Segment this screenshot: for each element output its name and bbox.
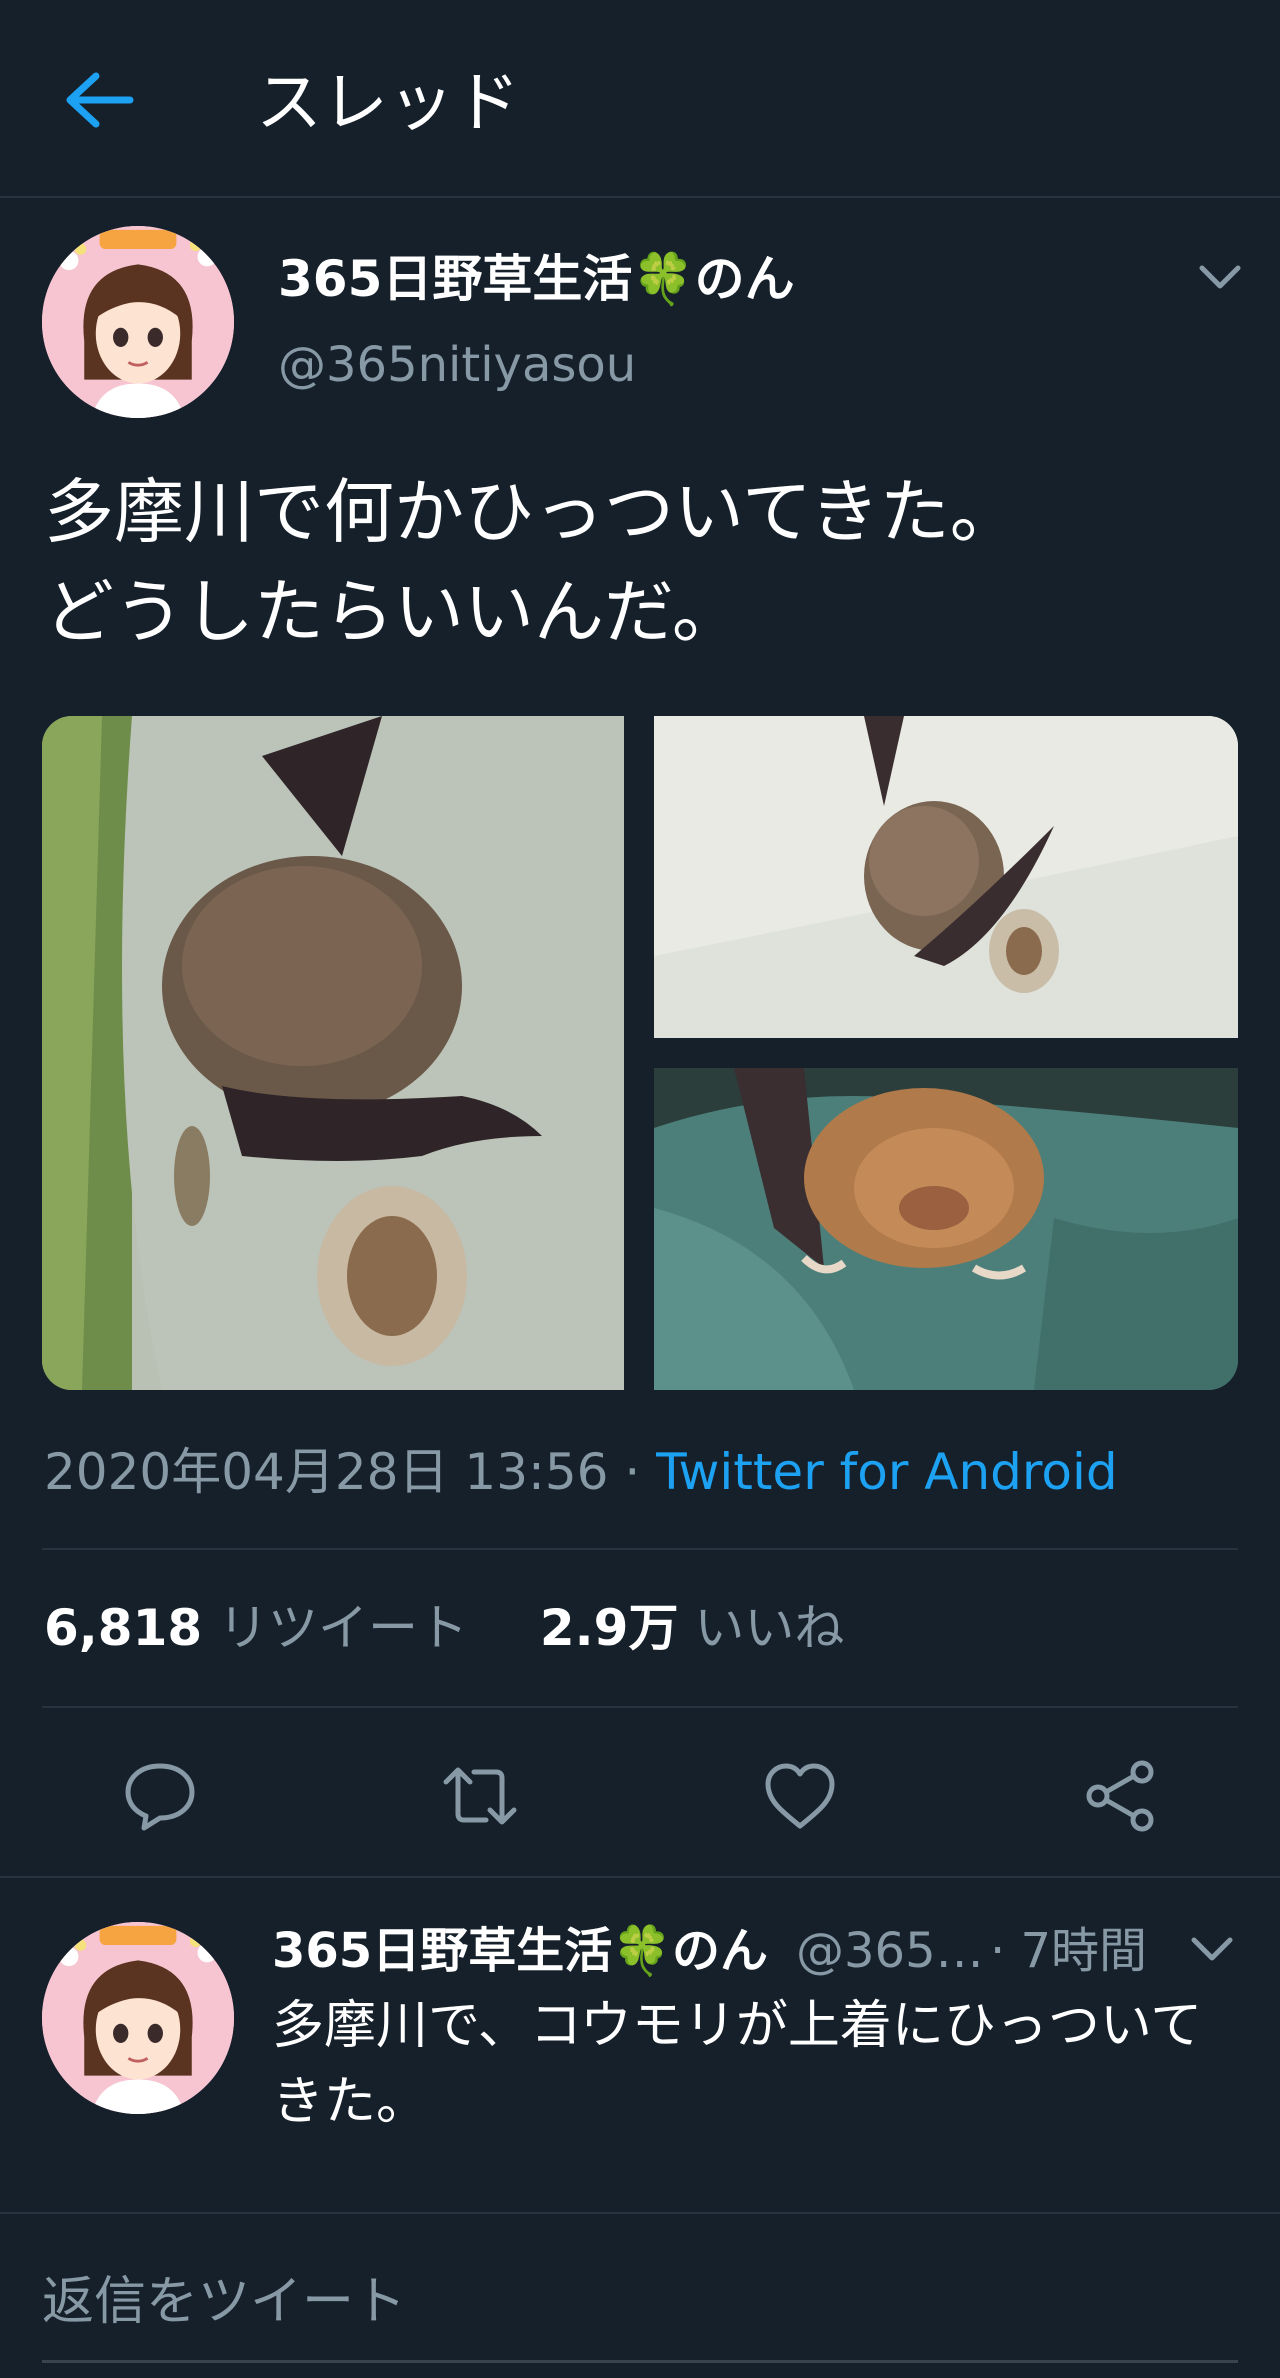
reply-handle[interactable]: @365… (796, 1916, 984, 1986)
arrow-left-icon (66, 72, 134, 128)
photo-2[interactable] (654, 716, 1238, 1038)
retweet-count: 6,818 (44, 1599, 203, 1657)
retweet-stat[interactable]: 6,818 リツイート (44, 1599, 468, 1657)
divider (42, 1548, 1238, 1550)
photo-1[interactable] (42, 716, 624, 1390)
like-button[interactable] (760, 1756, 840, 1836)
reply-text: 多摩川で、コウモリが上着にひっついてきた。 (272, 1996, 1203, 2132)
chevron-down-icon (1199, 265, 1241, 289)
tweet-source-link[interactable]: Twitter for Android (656, 1443, 1117, 1501)
tweet-text: 多摩川で何かひっついてきた。 どうしたらいいんだ。 (44, 471, 1020, 653)
like-icon (765, 1763, 835, 1829)
bat-photo-3 (654, 1068, 1238, 1390)
clover-icon: 🍀 (612, 1923, 672, 1979)
like-stat[interactable]: 2.9万 いいね (540, 1599, 844, 1657)
like-label: いいね (694, 1599, 845, 1657)
bat-photo-2 (654, 716, 1238, 1038)
reply-icon (125, 1763, 195, 1831)
share-button[interactable] (1080, 1756, 1160, 1836)
divider (0, 1876, 1280, 1878)
reply-display-name: 365日野草生活 (272, 1923, 613, 1979)
bat-photo-1 (42, 716, 624, 1390)
chevron-down-icon (1191, 1937, 1233, 1961)
media-grid (42, 716, 1238, 1390)
reply-button[interactable] (120, 1756, 200, 1836)
retweet-label: リツイート (218, 1599, 469, 1657)
tweet-timestamp[interactable]: 2020年04月28日 13:56 (44, 1443, 608, 1501)
avatar-illustration (42, 1922, 234, 2114)
photo-3[interactable] (654, 1068, 1238, 1390)
author-name-suffix: のん (694, 250, 795, 308)
reply-compose-input[interactable]: 返信をツイート (42, 2264, 1238, 2363)
author-display-name: 365日野草生活 (278, 250, 633, 308)
clover-icon: 🍀 (632, 250, 695, 308)
back-button[interactable] (62, 68, 138, 132)
divider (42, 1706, 1238, 1708)
tweet-stats: 6,818 リツイート 2.9万 いいね (44, 1592, 844, 1664)
avatar-illustration (42, 226, 234, 418)
author-handle[interactable]: @365nitiyasou (278, 330, 636, 400)
reply-name-suffix: のん (671, 1923, 768, 1979)
meta-separator: · (608, 1443, 657, 1501)
reply-author-name[interactable]: 365日野草生活🍀のん (272, 1916, 768, 1986)
reply-menu-button[interactable] (1190, 1934, 1234, 1964)
share-icon (1086, 1760, 1154, 1832)
tweet-menu-button[interactable] (1198, 262, 1242, 292)
retweet-icon (443, 1767, 517, 1825)
top-bar: スレッド (0, 0, 1280, 198)
reply-avatar[interactable] (42, 1922, 234, 2114)
tweet-meta: 2020年04月28日 13:56 · Twitter for Android (44, 1436, 1118, 1508)
author-name[interactable]: 365日野草生活🍀のん (278, 244, 795, 314)
page-title: スレッド (256, 64, 520, 141)
compose-bar: 返信をツイート (0, 2212, 1280, 2378)
avatar[interactable] (42, 226, 234, 418)
reply-time[interactable]: · 7時間 (990, 1916, 1147, 1986)
like-count: 2.9万 (539, 1599, 679, 1657)
retweet-button[interactable] (440, 1756, 520, 1836)
